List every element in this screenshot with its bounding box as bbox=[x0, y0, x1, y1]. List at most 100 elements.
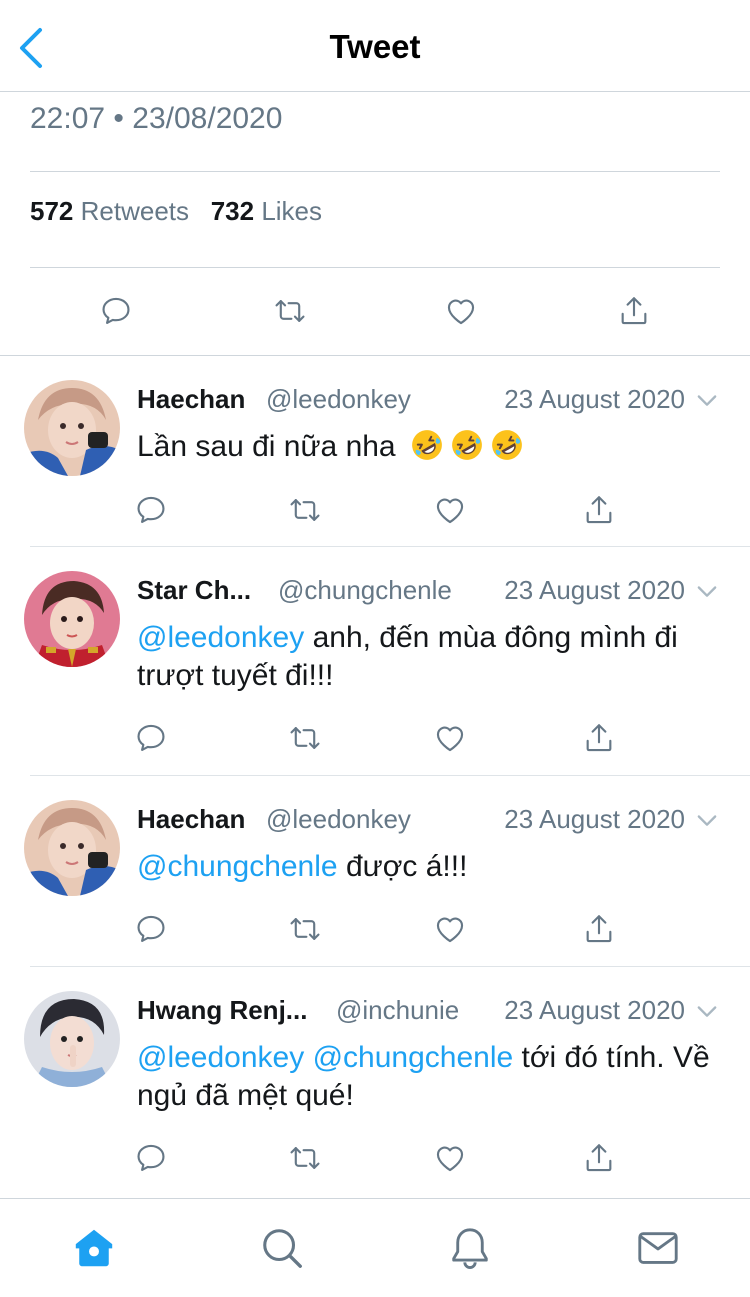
reply-date: 23 August 2020 bbox=[504, 804, 685, 834]
reply-action-bar bbox=[0, 490, 750, 530]
tab-notifications[interactable] bbox=[445, 1223, 495, 1273]
reply-date: 23 August 2020 bbox=[504, 384, 685, 414]
retweet-icon bbox=[288, 721, 322, 755]
user-handle[interactable]: @leedonkey bbox=[266, 384, 411, 415]
heart-icon bbox=[433, 1141, 467, 1175]
rofl-emoji-icon bbox=[450, 428, 484, 462]
tweet-action-bar bbox=[0, 268, 750, 356]
divider bbox=[30, 171, 720, 172]
mention-link[interactable]: @chungchenle bbox=[313, 1041, 514, 1074]
like-button[interactable] bbox=[430, 909, 470, 949]
retweet-icon bbox=[288, 1141, 322, 1175]
likes-label: Likes bbox=[261, 196, 323, 226]
retweet-button[interactable] bbox=[285, 718, 325, 758]
avatar[interactable] bbox=[24, 571, 120, 667]
reply-item[interactable]: Haechan @leedonkey 23 August 2020 Lần sa… bbox=[0, 356, 750, 547]
reply-action-bar bbox=[0, 909, 750, 949]
share-icon bbox=[582, 912, 616, 946]
reply-date: 23 August 2020 bbox=[504, 995, 685, 1025]
search-icon bbox=[263, 1229, 302, 1268]
tab-search[interactable] bbox=[257, 1223, 307, 1273]
share-button[interactable] bbox=[579, 909, 619, 949]
display-name[interactable]: Haechan bbox=[137, 804, 245, 835]
bell-icon bbox=[452, 1228, 488, 1269]
like-button[interactable] bbox=[430, 490, 470, 530]
reply-action-bar bbox=[0, 1138, 750, 1178]
mention-link[interactable]: @chungchenle bbox=[137, 850, 338, 883]
reply-button[interactable] bbox=[131, 718, 171, 758]
chevron-down-icon[interactable] bbox=[693, 577, 721, 605]
retweet-button[interactable] bbox=[285, 909, 325, 949]
reply-item[interactable]: Star Ch... @chungchenle 23 August 2020 @… bbox=[0, 547, 750, 776]
like-button[interactable] bbox=[430, 1138, 470, 1178]
reply-button[interactable] bbox=[96, 291, 136, 331]
tab-messages[interactable] bbox=[633, 1223, 683, 1273]
display-name[interactable]: Hwang Renj... bbox=[137, 995, 307, 1026]
avatar-photo bbox=[24, 571, 120, 667]
retweets-count: 572 bbox=[30, 196, 74, 226]
reply-item[interactable]: Haechan @leedonkey 23 August 2020 @chung… bbox=[0, 776, 750, 967]
retweet-button[interactable] bbox=[285, 490, 325, 530]
mention-link[interactable]: @leedonkey bbox=[137, 621, 304, 654]
user-handle[interactable]: @inchunie bbox=[336, 995, 459, 1026]
mention-link[interactable]: @leedonkey bbox=[137, 1041, 304, 1074]
user-handle[interactable]: @leedonkey bbox=[266, 804, 411, 835]
page-title: Tweet bbox=[329, 28, 421, 65]
avatar-photo bbox=[24, 380, 120, 476]
share-button[interactable] bbox=[614, 291, 654, 331]
chevron-down-icon[interactable] bbox=[693, 997, 721, 1025]
reply-text: @leedonkey anh, đến mùa đông mình đi trư… bbox=[137, 619, 727, 695]
timestamp-separator: • bbox=[113, 102, 124, 135]
display-name[interactable]: Star Ch... bbox=[137, 575, 251, 606]
reply-icon bbox=[134, 912, 168, 946]
chevron-down-icon[interactable] bbox=[693, 386, 721, 414]
retweet-icon bbox=[273, 294, 307, 328]
retweet-button[interactable] bbox=[285, 1138, 325, 1178]
rofl-emoji-icon bbox=[410, 428, 444, 462]
share-icon bbox=[582, 1141, 616, 1175]
avatar[interactable] bbox=[24, 380, 120, 476]
share-button[interactable] bbox=[579, 490, 619, 530]
reply-button[interactable] bbox=[131, 909, 171, 949]
retweet-icon bbox=[288, 493, 322, 527]
avatar[interactable] bbox=[24, 991, 120, 1087]
reply-header: Star Ch... @chungchenle 23 August 2020 bbox=[137, 575, 727, 609]
reply-action-bar bbox=[0, 718, 750, 758]
chevron-down-icon[interactable] bbox=[693, 806, 721, 834]
heart-icon bbox=[433, 721, 467, 755]
display-name[interactable]: Haechan bbox=[137, 384, 245, 415]
tweet-date: 23/08/2020 bbox=[132, 102, 283, 135]
share-button[interactable] bbox=[579, 1138, 619, 1178]
reply-body: Lần sau đi nữa nha bbox=[137, 430, 396, 463]
reply-text: Lần sau đi nữa nha bbox=[137, 428, 727, 466]
reply-icon bbox=[134, 493, 168, 527]
reply-date: 23 August 2020 bbox=[504, 575, 685, 605]
reply-header: Hwang Renj... @inchunie 23 August 2020 bbox=[137, 995, 727, 1029]
reply-item[interactable]: Hwang Renj... @inchunie 23 August 2020 @… bbox=[0, 967, 750, 1198]
reply-body: được á!!! bbox=[345, 850, 468, 883]
rofl-emoji-icon bbox=[490, 428, 524, 462]
share-button[interactable] bbox=[579, 718, 619, 758]
like-button[interactable] bbox=[441, 291, 481, 331]
bottom-tab-bar bbox=[0, 1198, 750, 1297]
likes-stat[interactable]: 732 Likes bbox=[211, 196, 322, 226]
heart-icon bbox=[433, 493, 467, 527]
like-button[interactable] bbox=[430, 718, 470, 758]
retweets-stat[interactable]: 572 Retweets bbox=[30, 196, 189, 226]
reply-button[interactable] bbox=[131, 490, 171, 530]
share-icon bbox=[617, 294, 651, 328]
reply-text: @chungchenle được á!!! bbox=[137, 848, 727, 886]
tweet-timestamp: 22:07 • 23/08/2020 bbox=[30, 102, 282, 136]
tweet-stats: 572 Retweets 732 Likes bbox=[30, 196, 322, 227]
retweet-icon bbox=[288, 912, 322, 946]
avatar-photo bbox=[24, 991, 120, 1087]
tab-home[interactable] bbox=[69, 1223, 119, 1273]
retweet-button[interactable] bbox=[270, 291, 310, 331]
avatar[interactable] bbox=[24, 800, 120, 896]
reply-button[interactable] bbox=[131, 1138, 171, 1178]
user-handle[interactable]: @chungchenle bbox=[278, 575, 452, 606]
likes-count: 732 bbox=[210, 196, 255, 226]
reply-icon bbox=[99, 294, 133, 328]
heart-icon bbox=[433, 912, 467, 946]
heart-icon bbox=[444, 294, 478, 328]
